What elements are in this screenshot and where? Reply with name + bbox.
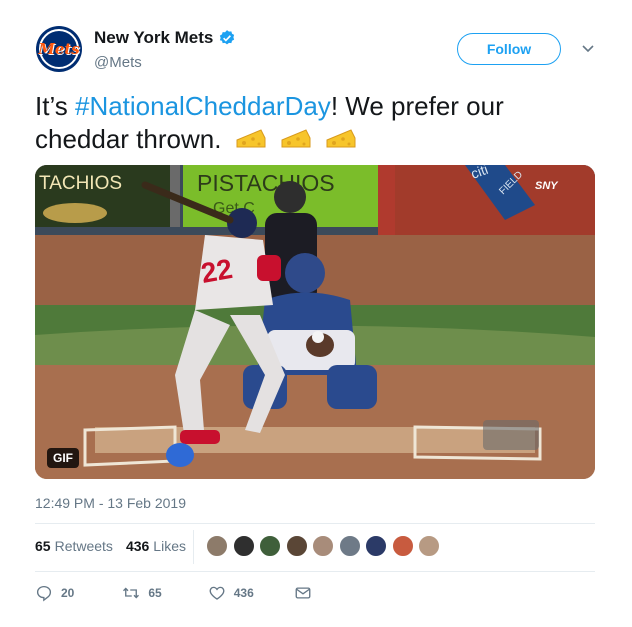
engagement-stats: 65 Retweets 436 Likes (35, 538, 199, 554)
retweets-stat[interactable]: 65 Retweets (35, 538, 113, 554)
timestamp[interactable]: 12:49 PM - 13 Feb 2019 (35, 495, 186, 511)
heart-icon (209, 586, 225, 600)
cheese-icon (281, 129, 311, 148)
like-count: 436 (233, 586, 254, 600)
divider (35, 523, 595, 524)
avatar[interactable]: Mets (36, 26, 82, 72)
hashtag-link[interactable]: #NationalCheddarDay (75, 91, 331, 121)
retweets-label: Retweets (54, 538, 113, 554)
liker-avatar[interactable] (312, 535, 334, 557)
retweets-count: 65 (35, 538, 51, 554)
liker-avatar[interactable] (365, 535, 387, 557)
retweet-icon (123, 587, 140, 599)
tweet-text-prefix: It’s (35, 91, 75, 121)
liker-avatars (206, 535, 445, 557)
chevron-down-icon[interactable] (580, 40, 596, 56)
liker-avatar[interactable] (418, 535, 440, 557)
divider (35, 571, 595, 572)
tweet-card: Mets New York Mets @Mets Follow It’s #Na… (0, 0, 632, 627)
liker-avatar[interactable] (232, 535, 255, 557)
name-row: New York Mets (94, 28, 236, 48)
handle[interactable]: @Mets (94, 54, 142, 71)
retweet-count: 65 (148, 586, 162, 600)
reply-button[interactable]: 20 (35, 584, 74, 602)
gif-badge: GIF (47, 448, 79, 468)
direct-message-button[interactable] (294, 584, 312, 602)
stats-separator (193, 530, 194, 564)
left-sign-text: TACHIOS (39, 173, 122, 194)
baseball-scene-image: TACHIOS PISTACHIOS Get C citi FIELD SNY (35, 165, 595, 479)
verified-badge-icon (220, 30, 235, 45)
tweet-text: It’s #NationalCheddarDay! We prefer our … (35, 90, 595, 156)
retweet-button[interactable]: 65 (122, 584, 162, 602)
reply-count: 20 (61, 586, 75, 600)
likes-stat[interactable]: 436 Likes (126, 538, 186, 554)
envelope-icon (295, 587, 311, 599)
liker-avatar[interactable] (338, 535, 361, 557)
likes-count: 436 (125, 538, 150, 554)
cheese-icon (326, 129, 356, 148)
liker-avatar[interactable] (259, 535, 281, 557)
reply-icon (36, 585, 52, 602)
liker-avatar[interactable] (391, 535, 414, 557)
likes-label: Likes (153, 538, 186, 554)
cheese-icon (236, 129, 266, 148)
avatar-logo-text: Mets (38, 40, 80, 58)
jersey-number-text: 22 (199, 253, 235, 289)
like-button[interactable]: 436 (208, 584, 254, 602)
follow-button[interactable]: Follow (457, 33, 561, 65)
display-name[interactable]: New York Mets (94, 28, 213, 48)
sny-logo-text: SNY (535, 180, 559, 192)
liker-avatar[interactable] (206, 535, 228, 557)
liker-avatar[interactable] (285, 535, 308, 557)
gif-media[interactable]: TACHIOS PISTACHIOS Get C citi FIELD SNY (35, 165, 595, 479)
center-sign-text: PISTACHIOS (197, 170, 335, 196)
action-bar: 20 65 436 (35, 584, 312, 602)
